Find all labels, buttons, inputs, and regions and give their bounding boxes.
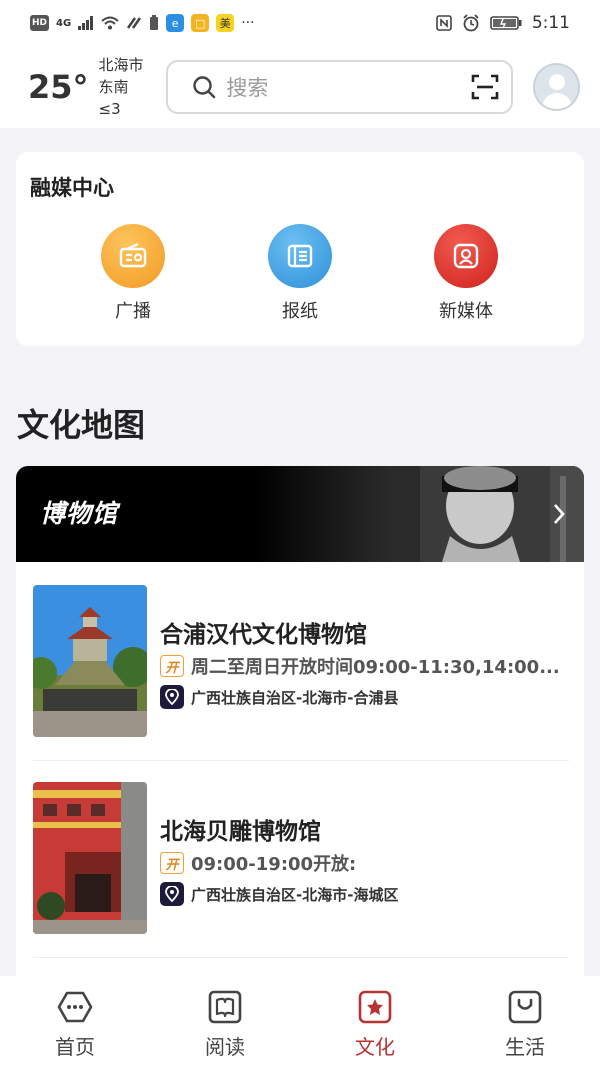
- battery-icon: [490, 16, 522, 30]
- nav-label-home: 首页: [55, 1035, 95, 1059]
- nav-item-life[interactable]: 生活: [450, 976, 600, 1067]
- hd-indicator: HD: [30, 15, 50, 31]
- divider: [33, 760, 569, 761]
- open-icon: 开: [160, 655, 184, 677]
- bottom-nav: 首页 阅读 文化 生活: [0, 976, 600, 1067]
- home-icon: [57, 991, 93, 1023]
- media-item-newspaper[interactable]: 报纸: [250, 224, 350, 323]
- scan-icon[interactable]: [471, 73, 499, 101]
- new-media-icon: [453, 243, 479, 269]
- nav-item-culture[interactable]: 文化: [300, 976, 450, 1067]
- life-bag-icon: [508, 990, 542, 1024]
- museum-hours: 周二至周日开放时间09:00-11:30,14:00...: [191, 657, 560, 678]
- search-input[interactable]: 搜索: [226, 72, 470, 102]
- more-notifications: ···: [241, 15, 255, 31]
- status-bar: HD 4G e □ 美 ··· 5:11: [0, 0, 600, 46]
- newspaper-icon: [287, 244, 313, 268]
- museum-name: 北海贝雕博物馆: [160, 819, 321, 845]
- nfc-icon: [436, 15, 452, 31]
- app-icon-meituan: 美: [216, 14, 235, 32]
- media-label-new-media: 新媒体: [439, 301, 493, 322]
- notification-battery-icon: [150, 15, 159, 30]
- avatar[interactable]: [532, 63, 580, 111]
- museum-address: 广西壮族自治区-北海市-合浦县: [191, 688, 399, 707]
- banner-title: 博物馆: [40, 499, 119, 528]
- open-icon: 开: [160, 852, 184, 874]
- app-header: 25° 北海市 东南 ≤3 搜索: [0, 46, 600, 128]
- museum-item[interactable]: 北海贝雕博物馆 开 09:00-19:00开放: 广西壮族自治区-北海市-海城区: [33, 782, 569, 934]
- museum-card: 博物馆 合浦汉代文化博物馆 开 周二至周日开放时间09:00-11:30,14:…: [16, 466, 584, 986]
- chevron-right-icon[interactable]: [552, 502, 566, 526]
- media-item-radio[interactable]: 广播: [83, 224, 183, 323]
- alarm-icon: [463, 14, 479, 32]
- divider: [33, 957, 569, 958]
- radio-icon: [119, 242, 147, 268]
- app-icon-blue: e: [166, 14, 185, 32]
- network-type: 4G: [56, 17, 72, 29]
- museum-address: 广西壮族自治区-北海市-海城区: [191, 885, 399, 904]
- media-label-newspaper: 报纸: [282, 301, 318, 322]
- nav-label-life: 生活: [505, 1035, 545, 1059]
- culture-star-icon: [358, 990, 392, 1024]
- media-item-new-media[interactable]: 新媒体: [416, 224, 516, 323]
- nav-label-culture: 文化: [355, 1035, 395, 1059]
- search-icon: [193, 76, 216, 99]
- media-center-card: 融媒中心 广播 报纸 新媒体: [16, 152, 584, 346]
- wifi-icon: [101, 16, 119, 30]
- location-pin-icon: [160, 882, 184, 906]
- media-label-radio: 广播: [115, 301, 151, 322]
- clock: 5:11: [531, 13, 570, 33]
- search-bar[interactable]: 搜索: [166, 60, 513, 114]
- museum-banner[interactable]: 博物馆: [16, 466, 584, 562]
- book-icon: [208, 990, 242, 1024]
- weather-location[interactable]: 北海市 东南 ≤3: [99, 54, 155, 120]
- data-sync-icon: [127, 17, 142, 29]
- location-pin-icon: [160, 685, 184, 709]
- museum-photo: [33, 585, 147, 737]
- nav-item-home[interactable]: 首页: [0, 976, 150, 1067]
- nav-label-read: 阅读: [205, 1035, 245, 1059]
- museum-name: 合浦汉代文化博物馆: [160, 622, 367, 648]
- culture-map-title: 文化地图: [17, 406, 146, 444]
- nav-item-read[interactable]: 阅读: [150, 976, 300, 1067]
- temperature: 25°: [28, 68, 89, 106]
- signal-icon: [78, 16, 94, 30]
- museum-photo: [33, 782, 147, 934]
- media-center-title: 融媒中心: [30, 176, 114, 200]
- museum-item[interactable]: 合浦汉代文化博物馆 开 周二至周日开放时间09:00-11:30,14:00..…: [33, 585, 569, 737]
- wind-info: 东南 ≤3: [98, 78, 129, 118]
- city-name: 北海市: [98, 56, 144, 74]
- museum-hours: 09:00-19:00开放:: [191, 854, 357, 875]
- app-icon-yellow: □: [191, 14, 210, 32]
